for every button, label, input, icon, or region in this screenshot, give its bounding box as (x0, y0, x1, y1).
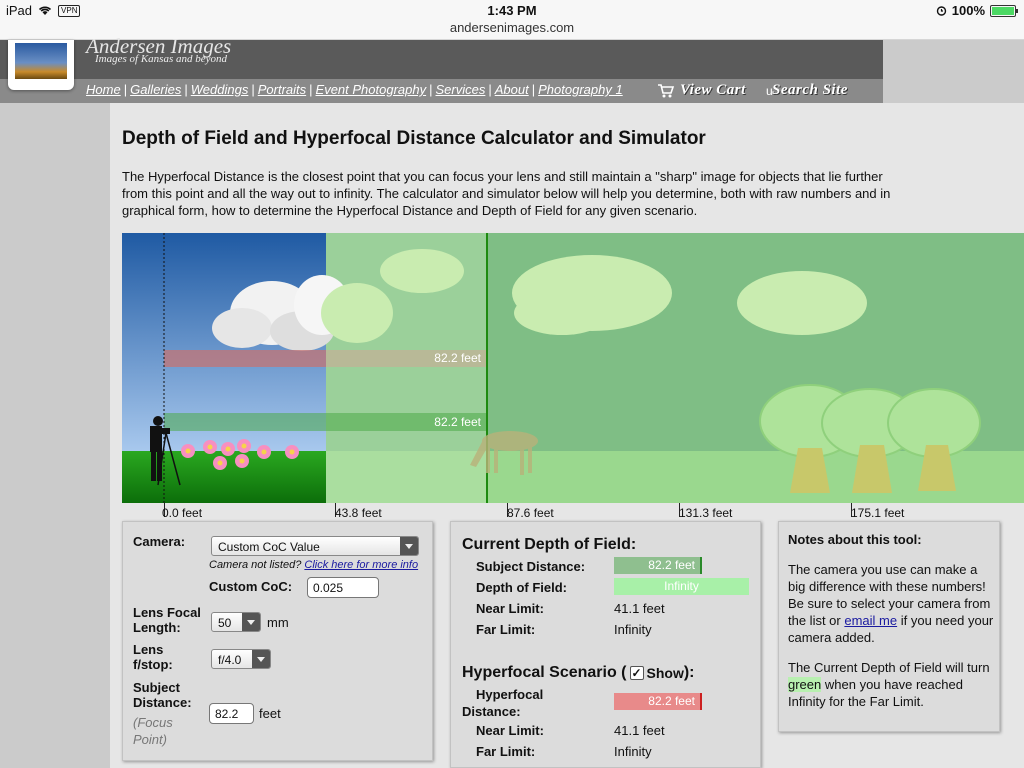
subject-distance-result-label: Subject Distance: (476, 559, 586, 574)
hyperfocal-distance-bar: 82.2 feet (614, 693, 702, 710)
clock: 1:43 PM (487, 3, 537, 18)
ruler-label: 0.0 feet (162, 506, 203, 520)
cart-icon[interactable] (657, 83, 675, 99)
camera-label: Camera: (133, 534, 186, 549)
logo-image (15, 43, 67, 79)
distance-ruler: 0.0 feet 43.8 feet 87.6 feet 131.3 feet … (122, 503, 1024, 521)
results-panel: Current Depth of Field: Subject Distance… (450, 521, 761, 768)
ruler-label: 43.8 feet (335, 506, 382, 520)
hyper-near-limit-label: Near Limit: (476, 723, 544, 738)
notes-title: Notes about this tool: (788, 532, 922, 547)
trees (759, 384, 981, 493)
dof-result-bar: Infinity (614, 578, 749, 595)
intro-paragraph: The Hyperfocal Distance is the closest p… (122, 169, 891, 218)
hyperfocal-distance-label: Hyperfocal Distance: (462, 687, 544, 719)
chevron-down-icon (400, 537, 418, 555)
nav-galleries[interactable]: Galleries (130, 82, 181, 97)
view-cart-link[interactable]: View Cart (680, 82, 746, 99)
near-limit-label: Near Limit: (476, 601, 544, 616)
settings-panel: Camera: Custom CoC Value Camera not list… (122, 521, 433, 761)
main-nav: Home | Galleries | Weddings | Portraits | Event … (86, 82, 623, 97)
show-hyperfocal-checkbox[interactable]: ✓ (629, 666, 644, 680)
far-limit-label: Far Limit: (476, 622, 536, 637)
focal-length-select[interactable]: 50 (211, 612, 261, 632)
nav-weddings[interactable]: Weddings (191, 82, 249, 97)
site-tagline: Images of Kansas and beyond (95, 53, 227, 65)
email-me-link[interactable]: email me (844, 613, 897, 628)
page-title: Depth of Field and Hyperfocal Distance C… (122, 128, 706, 149)
ruler-label: 175.1 feet (851, 506, 905, 520)
camera-select-value: Custom CoC Value (218, 540, 320, 554)
alarm-icon (936, 6, 946, 16)
ruler-label: 131.3 feet (679, 506, 733, 520)
coc-input[interactable]: 0.025 (307, 577, 379, 598)
far-limit-value: Infinity (614, 622, 652, 637)
camera-help-link[interactable]: Click here for more info (304, 559, 418, 571)
chevron-down-icon (252, 650, 270, 668)
fstop-value: f/4.0 (218, 653, 242, 667)
chevron-down-icon (242, 613, 260, 631)
near-limit-value: 41.1 feet (614, 601, 665, 616)
hyperfocal-band-label: 82.2 feet (434, 351, 481, 365)
notes-panel: Notes about this tool: The camera you us… (778, 521, 1000, 732)
subject-distance-bar: 82.2 feet (614, 557, 702, 574)
subject-distance-input[interactable]: 82.2 (209, 703, 254, 724)
nav-about[interactable]: About (495, 82, 529, 97)
address-bar-url[interactable]: andersenimages.com (0, 20, 1024, 35)
green-highlight: green (788, 677, 822, 692)
hyper-near-limit-value: 41.1 feet (614, 723, 665, 738)
coc-label: Custom CoC: (209, 579, 293, 594)
battery-icon (990, 4, 1018, 17)
nav-portraits[interactable]: Portraits (258, 82, 306, 97)
subject-distance-label: Subject Distance: (133, 680, 192, 710)
ruler-label: 87.6 feet (507, 506, 554, 520)
hyper-far-limit-value: Infinity (614, 744, 652, 759)
hyperfocal-title: Hyperfocal Scenario ( ✓ Show ): (462, 664, 695, 681)
fstop-select[interactable]: f/4.0 (211, 649, 271, 669)
subject-distance-hint: (Focus Point) (133, 715, 173, 747)
site-logo[interactable] (8, 40, 74, 90)
camera-hint: Camera not listed? Click here for more i… (209, 559, 419, 571)
focal-length-unit: mm (267, 615, 289, 630)
fstop-label: Lens f/stop: (133, 642, 173, 672)
simulator-scene: 82.2 feet 82.2 feet (122, 233, 1024, 503)
focal-length-value: 50 (218, 616, 232, 630)
dof-band-label: 82.2 feet (434, 415, 481, 429)
notes-paragraph-2: The Current Depth of Field will turn gre… (788, 660, 990, 709)
nav-home[interactable]: Home (86, 82, 121, 97)
current-dof-title: Current Depth of Field: (462, 536, 637, 553)
notes-paragraph-1: The camera you use can make a big differ… (788, 562, 994, 645)
subject-distance-unit: feet (259, 706, 281, 721)
focal-length-label: Lens Focal Length: (133, 605, 201, 635)
search-site-link[interactable]: Search Site (772, 82, 848, 99)
nav-event-photography[interactable]: Event Photography (316, 82, 427, 97)
dof-simulator: 82.2 feet 82.2 feet (122, 233, 1024, 503)
dof-result-label: Depth of Field: (476, 580, 567, 595)
battery-percent: 100% (951, 3, 985, 18)
nav-photography-101[interactable]: Photography 1 (538, 82, 623, 97)
camera-select[interactable]: Custom CoC Value (211, 536, 419, 556)
status-right: 100% (936, 3, 1018, 18)
nav-services[interactable]: Services (436, 82, 486, 97)
hyper-far-limit-label: Far Limit: (476, 744, 536, 759)
